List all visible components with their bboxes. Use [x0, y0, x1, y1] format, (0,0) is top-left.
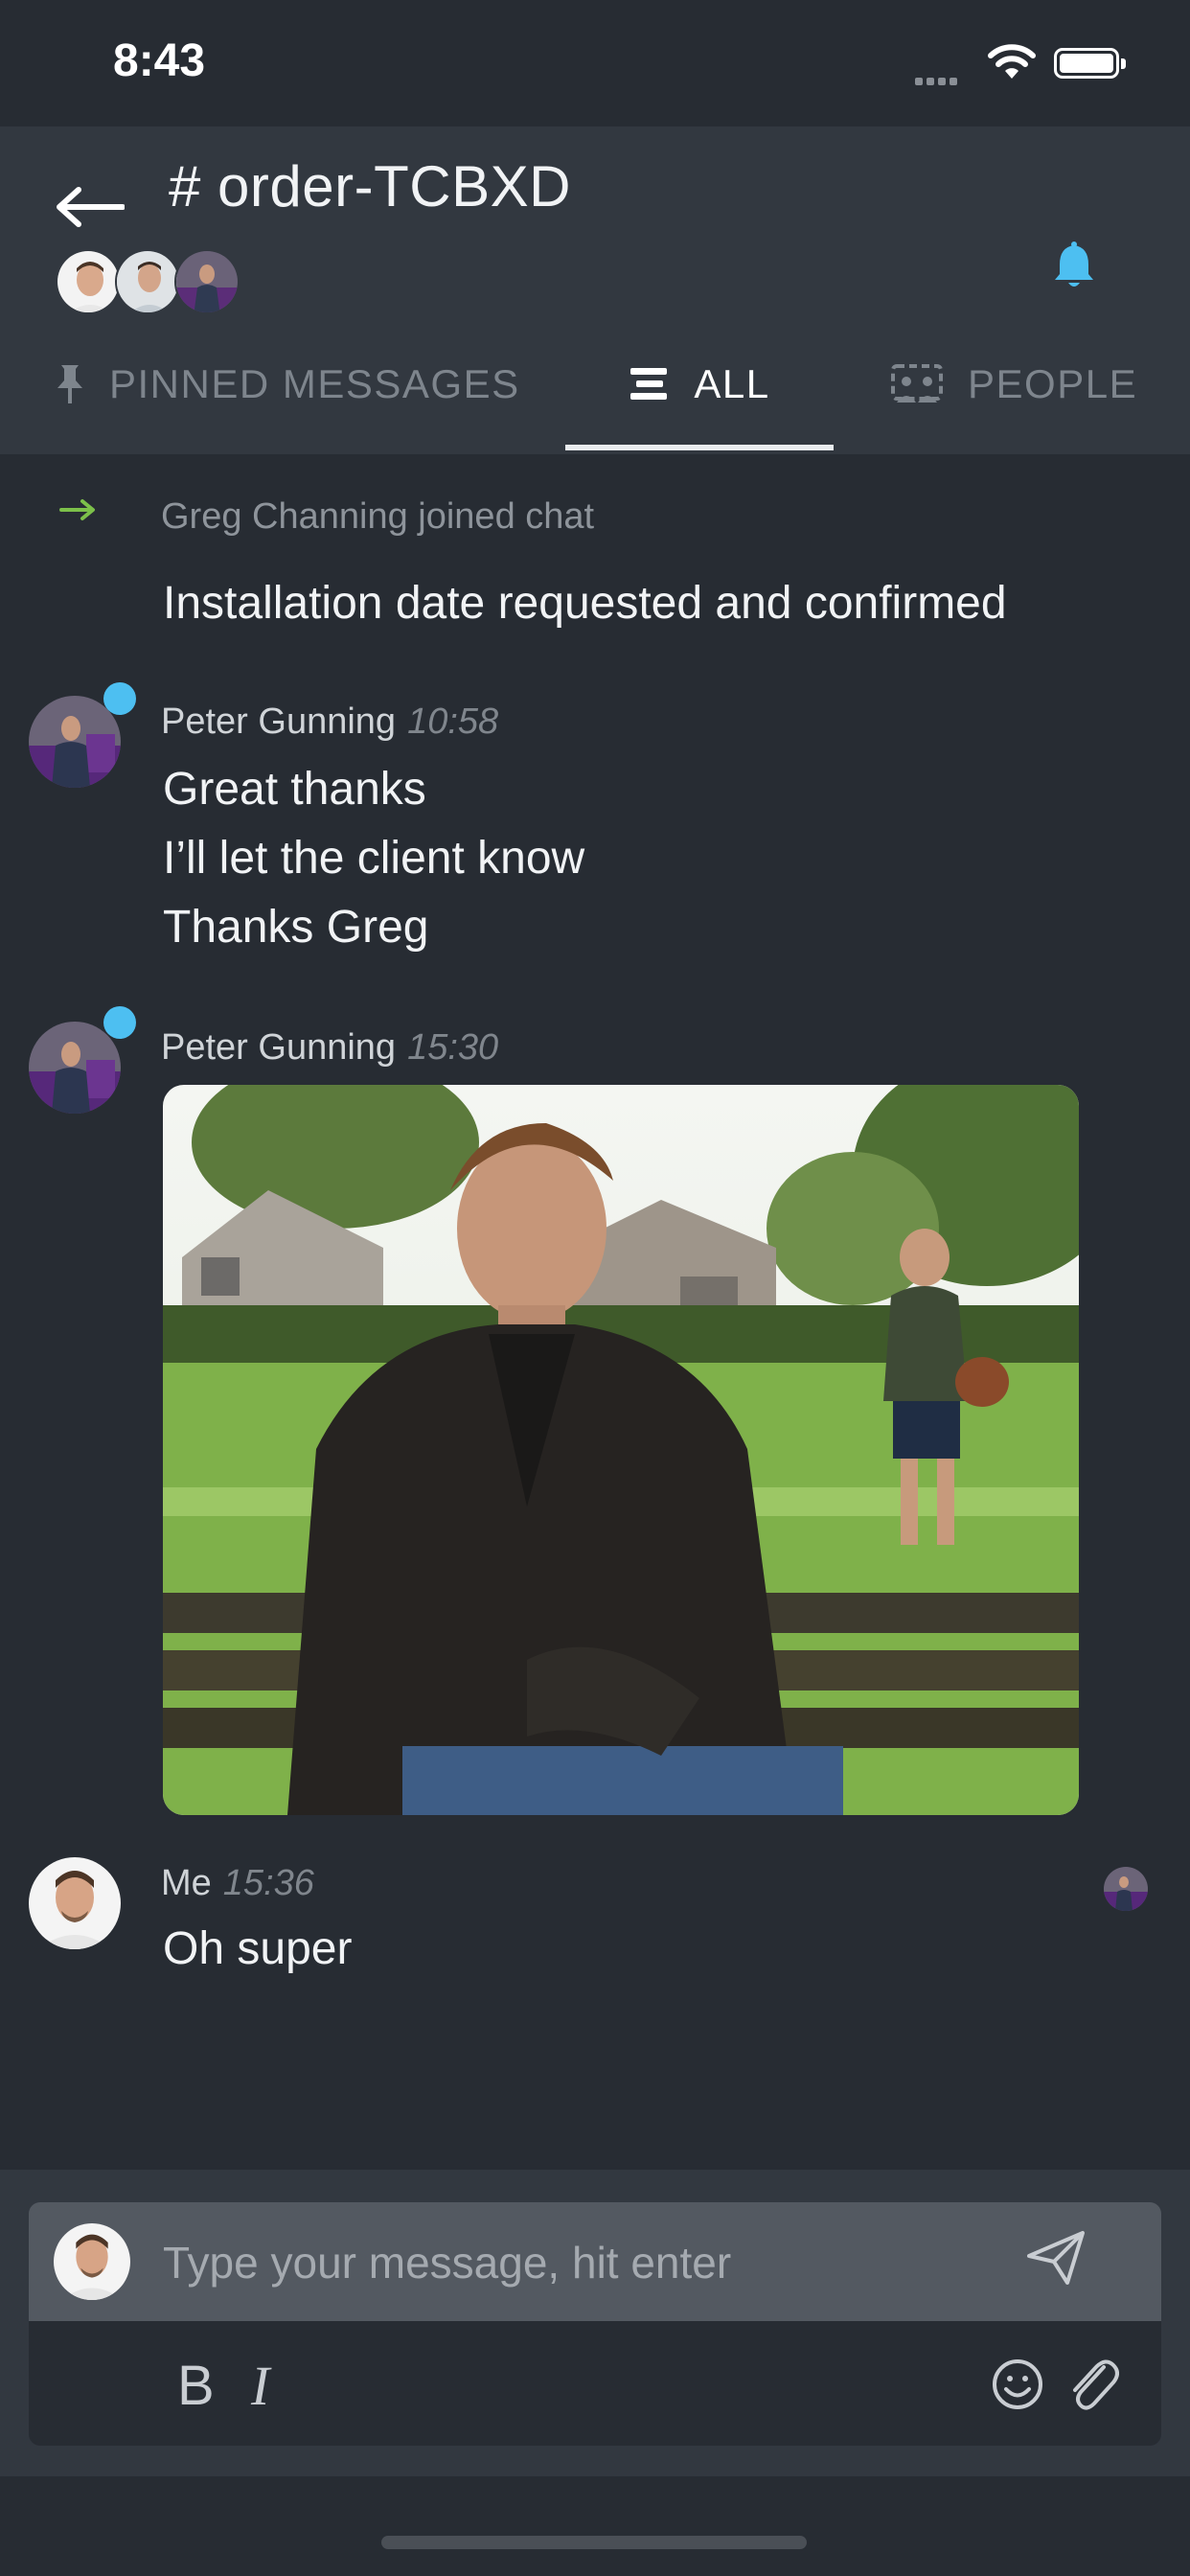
status-time: 8:43 [113, 35, 206, 86]
emoji-icon[interactable] [991, 2358, 1044, 2411]
tab-label: ALL [694, 361, 770, 406]
pin-icon [56, 363, 84, 405]
channel-title: # order-TCBXD [169, 154, 571, 218]
author-name: Me [161, 1863, 212, 1903]
tab-bar: PINNED MESSAGES ALL PEOPLE [0, 316, 1190, 454]
status-bar: 8:43 [0, 0, 1190, 126]
message-time: 15:30 [407, 1027, 499, 1068]
message-author: Peter Gunning 10:58 [161, 702, 498, 743]
formatting-toolbar: B I [29, 2321, 1161, 2446]
italic-button[interactable]: I [251, 2354, 269, 2418]
bold-button[interactable]: B [177, 2354, 215, 2418]
avatar-peter-icon [174, 249, 240, 314]
avatar-me-icon[interactable] [29, 1857, 121, 1949]
attachment-icon[interactable] [1067, 2356, 1119, 2411]
people-icon [891, 364, 943, 404]
avatar-peter-icon[interactable] [29, 1022, 121, 1114]
message-composer [29, 2202, 1161, 2321]
message-text: Oh super [163, 1923, 353, 1974]
message-text: Installation date requested and confirme… [163, 578, 1007, 629]
battery-icon [1054, 48, 1126, 79]
author-name: Peter Gunning [161, 702, 397, 742]
read-receipt-avatar-icon [1104, 1867, 1148, 1911]
send-icon[interactable] [1025, 2229, 1087, 2287]
message-text: Great thanks [163, 764, 426, 815]
chat-header: # order-TCBXD PINNED MESSAGES ALL PEOPLE [0, 126, 1190, 454]
tab-pinned-messages[interactable]: PINNED MESSAGES [56, 316, 520, 452]
message-text: Thanks Greg [163, 902, 429, 953]
message-image[interactable] [163, 1085, 1079, 1815]
tab-all[interactable]: ALL [565, 316, 834, 452]
join-arrow-icon [59, 499, 95, 520]
online-status-dot [103, 1006, 136, 1039]
bell-icon[interactable] [1052, 242, 1096, 289]
online-status-dot [103, 682, 136, 715]
back-arrow-icon[interactable] [56, 186, 125, 228]
list-icon [629, 366, 669, 402]
tab-people[interactable]: PEOPLE [891, 316, 1137, 452]
message-author: Peter Gunning 15:30 [161, 1027, 498, 1069]
message-time: 10:58 [407, 702, 499, 742]
author-name: Peter Gunning [161, 1027, 397, 1068]
message-time: 15:36 [222, 1863, 314, 1903]
active-tab-indicator [565, 445, 834, 450]
avatar-me-icon [54, 2223, 130, 2300]
avatar-greg-icon [115, 249, 180, 314]
home-indicator [381, 2536, 807, 2549]
tab-label: PEOPLE [968, 361, 1138, 406]
message-text: I’ll let the client know [163, 833, 585, 884]
tab-label: PINNED MESSAGES [109, 361, 520, 406]
system-message: Greg Channing joined chat [161, 496, 595, 537]
avatar-me-icon [56, 249, 121, 314]
signal-icon [915, 73, 969, 85]
wifi-icon [988, 44, 1036, 79]
message-author: Me 15:36 [161, 1863, 314, 1904]
message-input[interactable] [161, 2225, 1008, 2300]
